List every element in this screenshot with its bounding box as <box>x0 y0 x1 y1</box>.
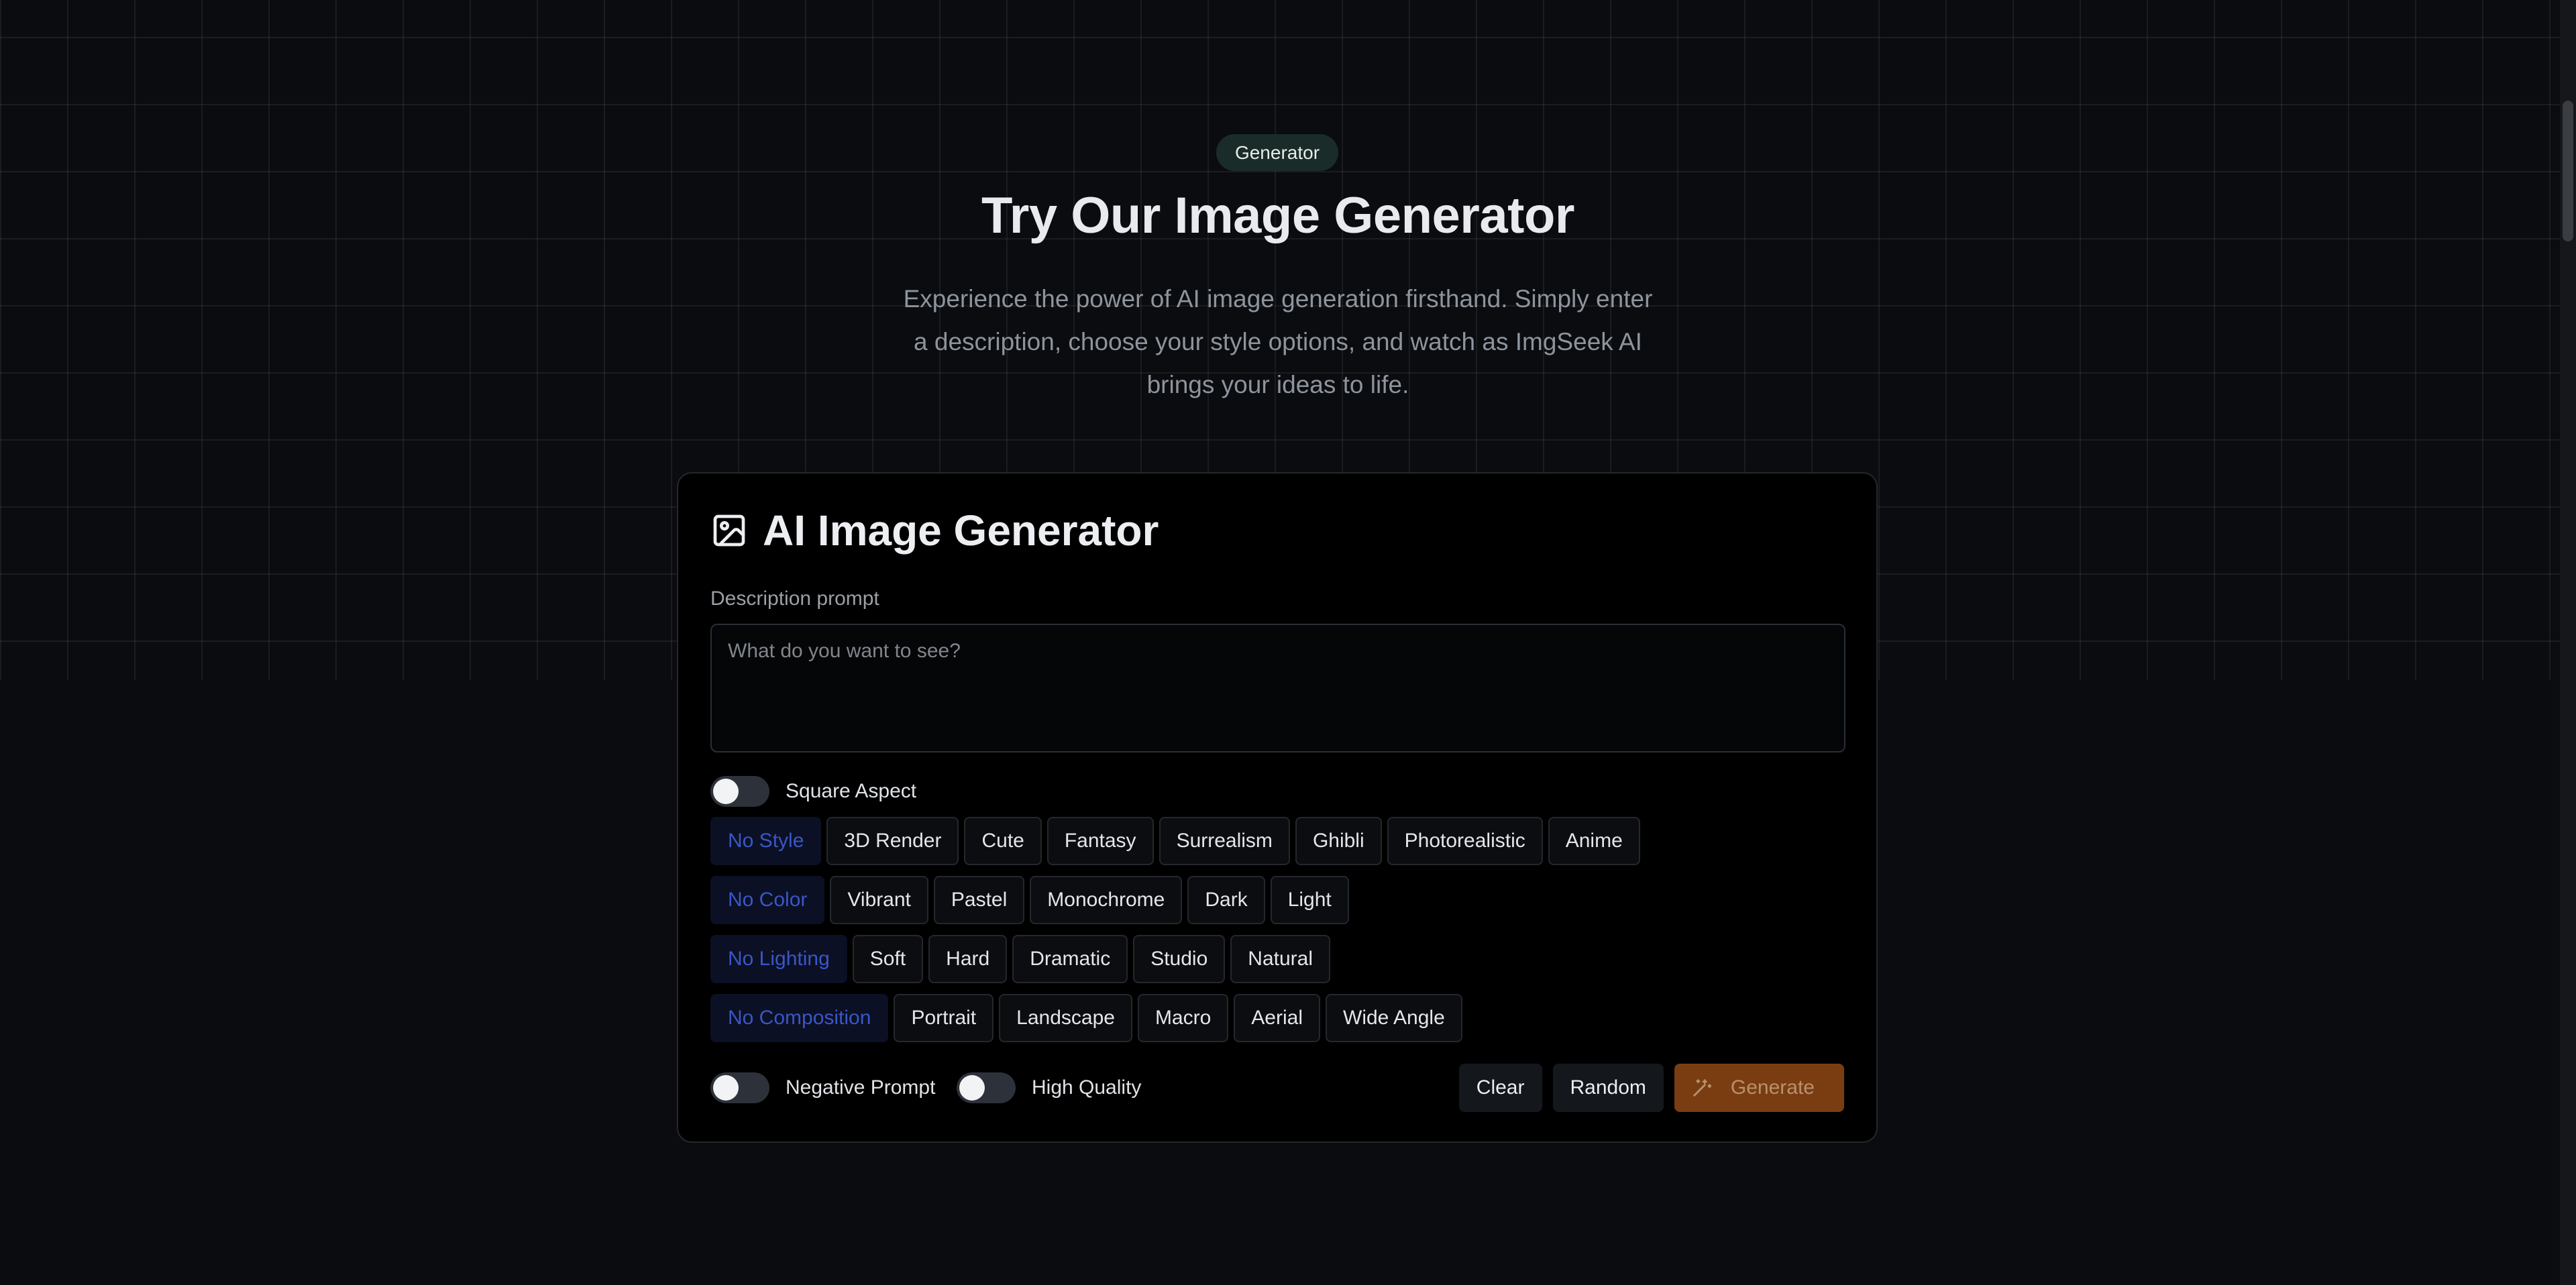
square-aspect-label: Square Aspect <box>786 780 917 802</box>
option-chip[interactable]: Macro <box>1137 994 1229 1042</box>
option-chip[interactable]: Light <box>1270 876 1349 924</box>
description-prompt-input[interactable] <box>710 624 1845 752</box>
option-chip[interactable]: No Lighting <box>710 935 847 983</box>
generate-button[interactable]: Generate <box>1674 1064 1844 1112</box>
card-header: AI Image Generator <box>710 504 1159 557</box>
page: Generator Try Our Image Generator Experi… <box>0 0 2576 1285</box>
negative-prompt-toggle[interactable] <box>710 1072 769 1103</box>
option-chip[interactable]: Surrealism <box>1159 817 1290 865</box>
option-chip[interactable]: Fantasy <box>1046 817 1154 865</box>
action-buttons: Clear Random Generate <box>1458 1064 1844 1112</box>
image-icon <box>713 514 745 547</box>
option-chip[interactable]: Photorealistic <box>1387 817 1543 865</box>
negative-prompt-label: Negative Prompt <box>786 1076 936 1099</box>
option-chip[interactable]: Vibrant <box>830 876 928 924</box>
image-generator-card: AI Image Generator Description prompt Sq… <box>677 472 1878 1143</box>
option-chip[interactable]: Hard <box>928 935 1008 983</box>
toggle-knob <box>713 1075 739 1101</box>
negative-prompt-row: Negative Prompt <box>710 1072 935 1103</box>
option-chip[interactable]: Monochrome <box>1030 876 1183 924</box>
option-chip[interactable]: Dark <box>1187 876 1265 924</box>
hero-description: Experience the power of AI image generat… <box>903 285 1653 398</box>
option-chip[interactable]: Dramatic <box>1012 935 1128 983</box>
color-chip-row: No Color Vibrant Pastel Monochrome Dark Light <box>710 876 1349 924</box>
option-chip[interactable]: No Composition <box>710 994 889 1042</box>
toggle-knob <box>959 1075 985 1101</box>
square-aspect-row: Square Aspect <box>710 776 916 807</box>
option-chip[interactable]: 3D Render <box>826 817 959 865</box>
option-chip[interactable]: Ghibli <box>1295 817 1382 865</box>
option-chip[interactable]: Soft <box>852 935 924 983</box>
composition-chip-row: No Composition Portrait Landscape Macro Aeri… <box>710 994 1462 1042</box>
page-scrollbar[interactable] <box>2560 0 2576 1285</box>
high-quality-toggle[interactable] <box>957 1072 1016 1103</box>
option-chip[interactable]: Aerial <box>1234 994 1320 1042</box>
lighting-chip-row: No Lighting Soft Hard Dramatic Studio Natural <box>710 935 1330 983</box>
option-chip[interactable]: Portrait <box>894 994 994 1042</box>
random-button[interactable]: Random <box>1552 1064 1664 1112</box>
option-chip[interactable]: No Style <box>710 817 822 865</box>
prompt-label: Description prompt <box>710 588 879 610</box>
toggle-knob <box>713 779 739 804</box>
hero-title: Try Our Image Generator <box>981 187 1574 244</box>
clear-button[interactable]: Clear <box>1458 1064 1542 1112</box>
card-title: AI Image Generator <box>763 506 1159 555</box>
option-chip[interactable]: Anime <box>1548 817 1640 865</box>
option-chip[interactable]: No Color <box>710 876 825 924</box>
option-chip[interactable]: Pastel <box>933 876 1025 924</box>
option-chip[interactable]: Studio <box>1133 935 1226 983</box>
option-chip[interactable]: Cute <box>964 817 1042 865</box>
square-aspect-toggle[interactable] <box>710 776 769 807</box>
style-chip-row: No Style 3D Render Cute Fantasy Surrealism Gh… <box>710 817 1640 865</box>
magic-wand-icon <box>1693 1079 1712 1097</box>
high-quality-label: High Quality <box>1032 1076 1142 1099</box>
high-quality-row: High Quality <box>957 1072 1141 1103</box>
option-chip[interactable]: Landscape <box>999 994 1132 1042</box>
generator-badge: Generator <box>1216 134 1338 171</box>
generate-label: Generate <box>1730 1076 1815 1099</box>
option-chip[interactable]: Wide Angle <box>1326 994 1462 1042</box>
option-chip[interactable]: Natural <box>1230 935 1330 983</box>
scrollbar-thumb[interactable] <box>2563 101 2573 241</box>
